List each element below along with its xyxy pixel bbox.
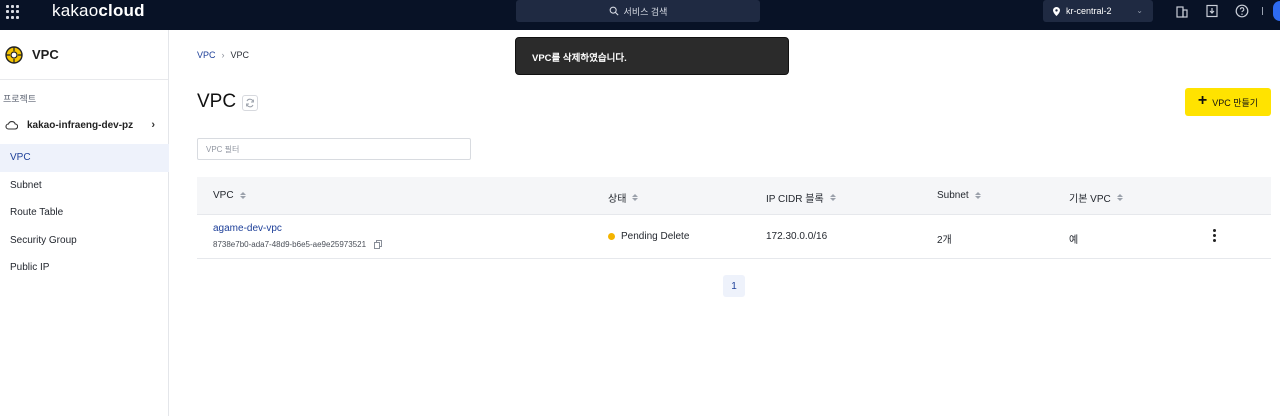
chevron-right-icon: › (151, 119, 155, 131)
kakaocloud-logo[interactable]: kakaocloud (52, 1, 145, 21)
app-grid-icon[interactable] (6, 5, 20, 19)
region-selector[interactable]: kr-central-2 ⌄ (1043, 0, 1153, 22)
table-row: agame-dev-vpc 8738e7b0-ada7-48d9-b6e5-ae… (197, 215, 1271, 259)
default-vpc-cell: 예 (1069, 235, 1079, 246)
sort-icon (974, 192, 981, 199)
user-avatar[interactable] (1273, 1, 1280, 21)
breadcrumb-link-vpc[interactable]: VPC (197, 50, 216, 60)
copy-icon[interactable] (374, 240, 382, 249)
location-pin-icon (1053, 6, 1060, 16)
header-divider (1262, 7, 1263, 15)
download-document-icon[interactable] (1205, 4, 1219, 18)
search-icon (609, 6, 619, 16)
column-header-default-vpc[interactable]: 기본 VPC (1069, 190, 1123, 205)
project-label: 프로젝트 (3, 94, 37, 104)
status-dot-icon (608, 233, 615, 240)
top-bar: kakaocloud 서비스 검색 kr-central-2 ⌄ (0, 0, 1280, 30)
vpc-id: 8738e7b0-ada7-48d9-b6e5-ae9e25973521 (213, 240, 382, 249)
search-label: 서비스 검색 (623, 6, 668, 17)
status-cell: Pending Delete (608, 231, 689, 242)
vpc-filter-input[interactable] (197, 138, 471, 160)
sort-icon (239, 192, 246, 199)
project-name: kakao-infraeng-dev-pz (27, 119, 134, 131)
cloud-icon (5, 120, 18, 130)
service-header: VPC (0, 30, 168, 80)
cidr-cell: 172.30.0.0/16 (766, 231, 828, 242)
sort-icon (1116, 194, 1123, 201)
status-text: Pending Delete (621, 231, 690, 242)
page-title: VPC (197, 91, 237, 112)
sidebar-item-subnet[interactable]: Subnet (0, 172, 169, 200)
vpc-table: VPC 상태 IP CIDR 블록 Subnet 기본 VPC agame-de… (197, 177, 1271, 259)
column-header-status[interactable]: 상태 (608, 190, 639, 205)
help-icon[interactable] (1235, 4, 1249, 18)
pagination-page-button[interactable]: 1 (723, 275, 745, 297)
sort-icon (632, 194, 639, 201)
service-search-button[interactable]: 서비스 검색 (516, 0, 760, 22)
sort-icon (829, 194, 836, 201)
table-header: VPC 상태 IP CIDR 블록 Subnet 기본 VPC (197, 177, 1271, 215)
breadcrumb-current: VPC (230, 50, 250, 60)
refresh-button[interactable] (242, 95, 258, 111)
sidebar-item-public-ip[interactable]: Public IP (0, 254, 169, 282)
plus-icon: + (1197, 92, 1208, 109)
column-header-cidr[interactable]: IP CIDR 블록 (766, 190, 836, 205)
toast-notification: VPC를 삭제하였습니다. (515, 37, 789, 75)
column-header-subnet[interactable]: Subnet (937, 190, 981, 201)
more-options-icon[interactable] (1207, 229, 1221, 245)
chevron-down-icon: ⌄ (1136, 6, 1143, 15)
create-vpc-button[interactable]: + VPC 만들기 (1185, 88, 1271, 116)
sidebar-item-route-table[interactable]: Route Table (0, 199, 169, 227)
vpc-id-text: 8738e7b0-ada7-48d9-b6e5-ae9e25973521 (213, 240, 367, 249)
sidebar-item-security-group[interactable]: Security Group (0, 227, 169, 255)
vpc-name-link[interactable]: agame-dev-vpc (213, 223, 282, 234)
service-title: VPC (32, 47, 59, 62)
refresh-icon (246, 98, 254, 108)
breadcrumb-separator-icon: › (221, 50, 225, 60)
vpc-service-icon (5, 45, 23, 64)
create-vpc-label: VPC 만들기 (1212, 97, 1259, 108)
building-icon[interactable] (1175, 4, 1189, 18)
sidebar-nav: VPC Subnet Route Table Security Group Pu… (0, 144, 169, 282)
region-label: kr-central-2 (1066, 6, 1112, 16)
sidebar: VPC 프로젝트 kakao-infraeng-dev-pz › VPC Sub… (0, 30, 169, 416)
column-header-vpc[interactable]: VPC (213, 190, 246, 201)
sidebar-item-vpc[interactable]: VPC (0, 144, 169, 172)
breadcrumb: VPC › VPC (197, 50, 249, 60)
subnet-count-cell: 2개 (937, 235, 952, 246)
project-selector[interactable]: kakao-infraeng-dev-pz › (0, 114, 169, 136)
